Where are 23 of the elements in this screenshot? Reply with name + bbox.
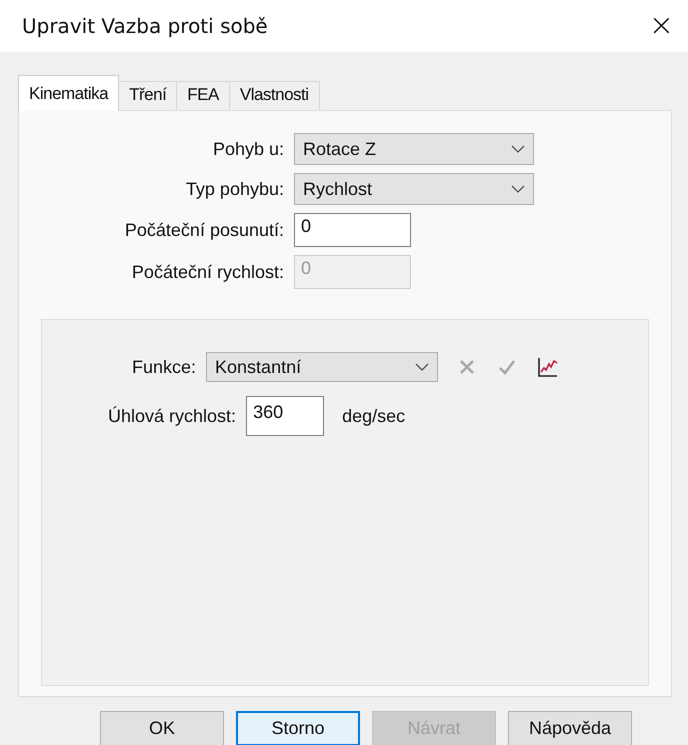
field-label: Počáteční posunutí: xyxy=(124,220,284,240)
unit-label: deg/sec xyxy=(342,406,406,426)
dropdown[interactable]: Rotace Z xyxy=(294,133,534,165)
field-label: Typ pohybu: xyxy=(184,178,284,200)
input-field[interactable]: 360 xyxy=(246,396,324,436)
window-title: Upravit Vazba proti sobě xyxy=(22,14,268,38)
dropdown[interactable]: Konstantní xyxy=(206,352,438,382)
dialog-button[interactable]: Storno xyxy=(236,711,360,745)
line-chart-icon[interactable] xyxy=(536,356,558,378)
dropdown[interactable]: Rychlost xyxy=(294,173,534,205)
chevron-down-icon xyxy=(511,184,525,194)
field-label: Pohyb u: xyxy=(212,138,284,160)
input-field[interactable]: 0 xyxy=(294,213,411,247)
dialog-button[interactable]: Nápověda xyxy=(508,711,632,745)
dialog-button[interactable]: OK xyxy=(100,711,224,745)
field-label: Úhlová rychlost: xyxy=(108,406,236,426)
chevron-down-icon xyxy=(415,362,430,372)
tab[interactable]: Vlastnosti xyxy=(228,81,320,110)
chevron-down-icon xyxy=(511,144,525,154)
close-button[interactable]: × xyxy=(648,11,674,41)
field-label: Počáteční rychlost: xyxy=(130,262,284,282)
field-label: Funkce: xyxy=(132,356,196,378)
tab[interactable]: Kinematika xyxy=(18,75,120,111)
